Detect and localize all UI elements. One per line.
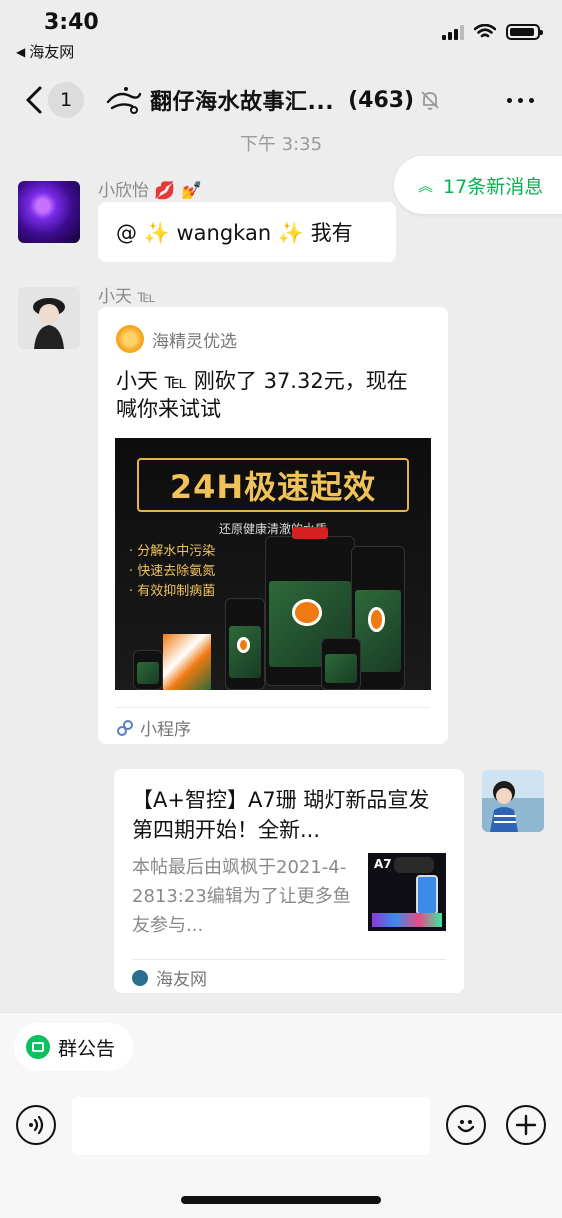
link-thumbnail: A7 <box>368 853 446 931</box>
announcement-icon <box>26 1035 50 1059</box>
input-row <box>0 1095 562 1157</box>
wifi-icon <box>474 24 496 38</box>
product-bottle-image <box>321 638 361 690</box>
link-card[interactable]: 【A+智控】A7珊 瑚灯新品宣发 第四期开始！全新... 本帖最后由飒枫于202… <box>114 769 464 993</box>
source-name: 海友网 <box>156 970 207 990</box>
mini-program-link-icon <box>117 719 133 736</box>
group-announcement-button[interactable]: 群公告 <box>14 1023 134 1071</box>
chat-title-group[interactable]: 翻仔海水故事汇... (463) <box>104 82 442 118</box>
voice-input-button[interactable] <box>16 1105 56 1145</box>
double-chevron-up-icon: ︽ <box>418 176 434 195</box>
message-bubble[interactable]: @ ✨ wangkan ✨ 我有 <box>98 202 396 262</box>
mini-program-card[interactable]: 海精灵优选 小天 ℡ 刚砍了 37.32元，现在喊你来试试 24H极速起效 还原… <box>98 307 448 744</box>
status-icons <box>442 24 543 40</box>
promo-bullets: · 分解水中污染 · 快速去除氨氮 · 有效抑制病菌 <box>129 542 215 602</box>
mini-program-title: 小天 ℡ 刚砍了 37.32元，现在喊你来试试 <box>116 369 408 421</box>
signal-icon <box>442 24 464 40</box>
promo-subtitle: 还原健康清澈的水质 <box>218 522 327 536</box>
more-options-icon[interactable] <box>507 98 534 103</box>
chat-header: 1 翻仔海水故事汇... (463) <box>0 70 562 130</box>
mini-program-header: 海精灵优选 <box>116 325 237 353</box>
back-triangle-icon: ◀ <box>16 44 26 59</box>
status-time: 3:40 <box>44 10 99 35</box>
mini-program-logo-icon <box>116 325 144 353</box>
plus-icon <box>515 1114 537 1136</box>
status-bar: 3:40 ◀ 海友网 <box>0 0 562 64</box>
unread-count-badge[interactable]: 1 <box>48 82 84 118</box>
promo-bullet: · 分解水中污染 <box>129 544 216 559</box>
divider <box>116 707 430 708</box>
mini-program-label: 小程序 <box>140 720 191 740</box>
mute-bell-icon <box>421 91 439 110</box>
link-description: 本帖最后由飒枫于2021-4-2813:23编辑为了让更多鱼友参与... <box>132 857 351 936</box>
emoji-icon <box>457 1120 475 1133</box>
avatar-child-photo-icon <box>482 770 544 832</box>
member-count: (463) <box>348 87 415 113</box>
promo-headline: 24H极速起效 <box>137 458 409 512</box>
promo-bullet: · 快速去除氨氮 <box>129 564 216 579</box>
mini-program-promo-image: 24H极速起效 还原健康清澈的水质 · 分解水中污染 · 快速去除氨氮 · 有效… <box>115 438 431 690</box>
mini-program-app-name: 海精灵优选 <box>152 331 237 352</box>
link-source: 海友网 <box>132 965 207 990</box>
product-bottle-image <box>133 650 163 690</box>
back-to-app-link[interactable]: ◀ 海友网 <box>16 41 74 62</box>
chat-title: 翻仔海水故事汇... <box>150 90 335 115</box>
emoji-button[interactable] <box>446 1105 486 1145</box>
mini-program-footer: 小程序 <box>116 715 191 740</box>
avatar-figure-icon <box>18 287 80 349</box>
announcement-label: 群公告 <box>58 1037 116 1060</box>
product-box-image <box>163 634 211 690</box>
promo-bullet: · 有效抑制病菌 <box>129 584 216 599</box>
thumbnail-text: A7 <box>374 857 392 871</box>
chat-input-area: 群公告 <box>0 1012 562 1218</box>
group-fish-logo-icon <box>106 87 142 114</box>
back-app-label: 海友网 <box>29 43 75 61</box>
link-title: 【A+智控】A7珊 瑚灯新品宣发 第四期开始！全新... <box>132 788 430 842</box>
divider <box>132 959 446 960</box>
back-chevron-icon[interactable] <box>20 82 50 118</box>
new-messages-label: 17条新消息 <box>443 175 544 198</box>
message-input[interactable] <box>72 1097 430 1155</box>
message-text: @ ✨ wangkan ✨ 我有 <box>116 221 353 245</box>
message-timestamp: 下午 3:35 <box>239 134 323 155</box>
sender-name: 小天 ℡ <box>98 287 156 307</box>
more-functions-button[interactable] <box>506 1105 546 1145</box>
voice-icon <box>29 1115 44 1135</box>
new-messages-pill[interactable]: ︽ 17条新消息 <box>394 156 562 214</box>
avatar[interactable] <box>18 181 80 243</box>
source-logo-icon <box>132 969 148 986</box>
product-bottle-image <box>225 598 265 690</box>
home-indicator[interactable] <box>181 1196 381 1204</box>
sender-name: 小欣怡 💋 💅 <box>98 181 203 201</box>
battery-icon <box>506 24 543 40</box>
avatar[interactable] <box>482 770 544 832</box>
avatar[interactable] <box>18 287 80 349</box>
